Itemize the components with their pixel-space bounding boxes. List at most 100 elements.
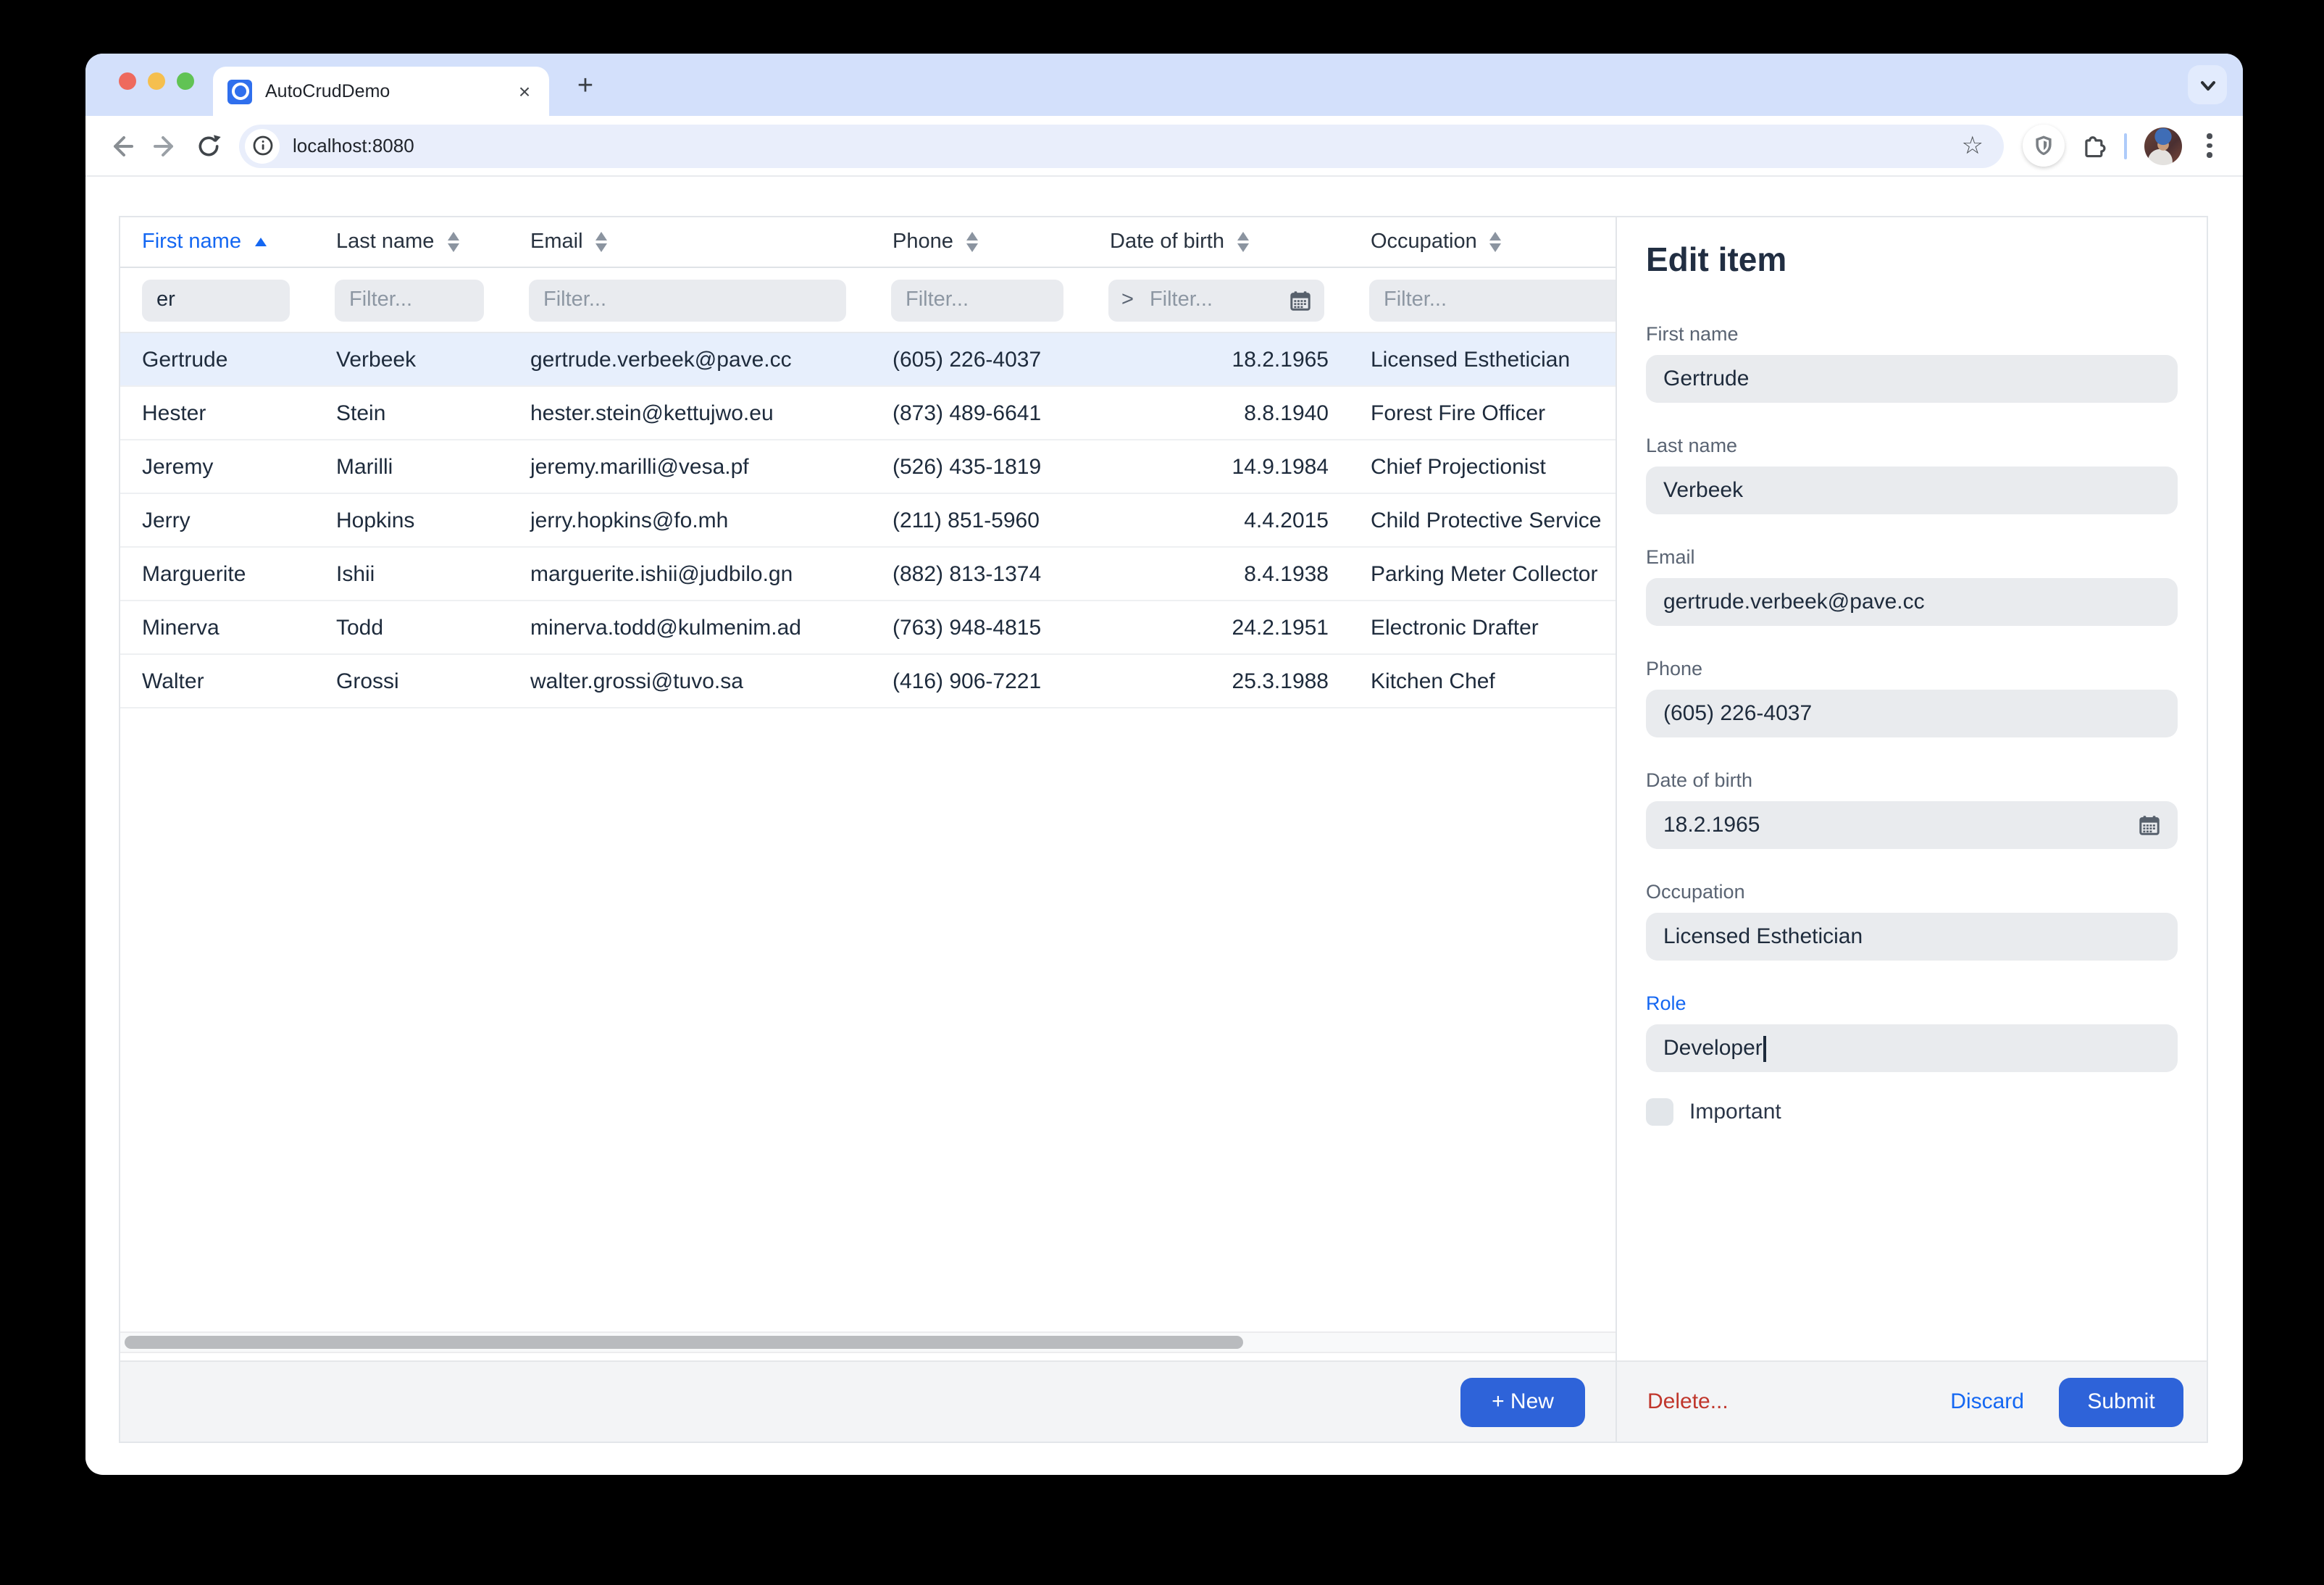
greater-than-prefix: > <box>1121 288 1134 311</box>
back-button[interactable] <box>100 124 143 167</box>
data-grid: First name Last nameEmail Phone Date of bir… <box>120 217 1615 1442</box>
cell-email: gertrude.verbeek@pave.cc <box>509 347 871 372</box>
column-header-phone[interactable]: Phone <box>871 230 1088 254</box>
field-value: Verbeek <box>1663 478 1743 503</box>
horizontal-scrollbar-track[interactable] <box>120 1331 1615 1353</box>
column-header-label: Occupation <box>1371 230 1477 254</box>
cell-email: jerry.hopkins@fo.mh <box>509 508 871 532</box>
field-input-first-name[interactable]: Gertrude <box>1646 355 2178 403</box>
field-input-date-of-birth[interactable]: 18.2.1965 <box>1646 801 2178 849</box>
calendar-button[interactable] <box>2139 814 2160 836</box>
puzzle-icon <box>2080 132 2107 159</box>
calendar-icon <box>1290 289 1311 311</box>
cell-dob: 14.9.1984 <box>1088 454 1349 479</box>
site-info-button[interactable] <box>245 128 280 163</box>
cell-email: walter.grossi@tuvo.sa <box>509 669 871 693</box>
table-row[interactable]: JerryHopkinsjerry.hopkins@fo.mh(211) 851… <box>120 494 1615 548</box>
new-item-button[interactable]: + New <box>1460 1377 1585 1426</box>
fullscreen-window-button[interactable] <box>177 72 194 90</box>
cell-last: Verbeek <box>314 347 509 372</box>
new-tab-button[interactable]: + <box>569 71 601 103</box>
cell-occupation: Licensed Esthetician <box>1349 347 1615 372</box>
cell-occupation: Chief Projectionist <box>1349 454 1615 479</box>
submit-button[interactable]: Submit <box>2059 1377 2183 1426</box>
filter-cell <box>871 279 1088 321</box>
horizontal-scrollbar-thumb[interactable] <box>125 1336 1243 1349</box>
table-row[interactable]: MargueriteIshiimarguerite.ishii@judbilo.… <box>120 548 1615 601</box>
toolbar-divider <box>2124 133 2127 159</box>
forward-button[interactable] <box>143 124 187 167</box>
edit-form: First nameGertrudeLast nameVerbeekEmailg… <box>1646 322 2178 1072</box>
column-header-last-name[interactable]: Last name <box>314 230 509 254</box>
column-header-occupation[interactable]: Occupation <box>1349 230 1615 254</box>
column-header-first-name[interactable]: First name <box>120 230 314 254</box>
field-input-email[interactable]: gertrude.verbeek@pave.cc <box>1646 578 2178 626</box>
bookmark-star-icon[interactable]: ☆ <box>1962 131 1984 160</box>
cell-occupation: Parking Meter Collector <box>1349 561 1615 586</box>
column-header-email[interactable]: Email <box>509 230 871 254</box>
delete-button[interactable]: Delete... <box>1647 1389 1729 1414</box>
cell-dob: 4.4.2015 <box>1088 508 1349 532</box>
column-header-label: First name <box>142 230 241 254</box>
info-icon <box>251 135 273 156</box>
calendar-button[interactable] <box>1290 289 1311 311</box>
table-row[interactable]: HesterSteinhester.stein@kettujwo.eu(873)… <box>120 387 1615 440</box>
minimize-window-button[interactable] <box>148 72 165 90</box>
extensions-button[interactable] <box>2072 124 2115 167</box>
important-checkbox[interactable] <box>1646 1098 1673 1126</box>
screenshot-stage: AutoCrudDemo × + <box>0 0 2324 1585</box>
discard-button[interactable]: Discard <box>1950 1389 2024 1414</box>
cell-last: Hopkins <box>314 508 509 532</box>
tab-search-button[interactable] <box>2188 65 2227 104</box>
cell-email: minerva.todd@kulmenim.ad <box>509 615 871 640</box>
important-row: Important <box>1646 1098 2178 1126</box>
column-header-date-of-birth[interactable]: Date of birth <box>1088 230 1349 254</box>
table-row[interactable]: JeremyMarillijeremy.marilli@vesa.pf(526)… <box>120 440 1615 494</box>
field-value: 18.2.1965 <box>1663 813 1760 837</box>
filter-input[interactable] <box>529 279 846 321</box>
filter-cell <box>120 279 314 321</box>
cell-phone: (605) 226-4037 <box>871 347 1088 372</box>
cell-email: jeremy.marilli@vesa.pf <box>509 454 871 479</box>
field-value: gertrude.verbeek@pave.cc <box>1663 590 1925 614</box>
filter-input[interactable] <box>891 279 1063 321</box>
column-header-label: Phone <box>893 230 953 254</box>
table-row[interactable]: MinervaToddminerva.todd@kulmenim.ad(763)… <box>120 601 1615 655</box>
grid-body: GertrudeVerbeekgertrude.verbeek@pave.cc(… <box>120 333 1615 708</box>
tab-close-icon[interactable]: × <box>511 78 538 104</box>
date-filter-field[interactable]: > <box>1108 279 1324 321</box>
forward-arrow-icon <box>151 131 180 160</box>
profile-avatar[interactable] <box>2144 127 2182 164</box>
table-row[interactable]: GertrudeVerbeekgertrude.verbeek@pave.cc(… <box>120 333 1615 387</box>
password-extension-button[interactable] <box>2023 125 2065 167</box>
field-input-role[interactable]: Developer <box>1646 1024 2178 1072</box>
field-value: Licensed Esthetician <box>1663 924 1863 949</box>
cell-first: Hester <box>120 401 314 425</box>
reload-button[interactable] <box>187 124 230 167</box>
filter-cell <box>314 279 509 321</box>
filter-input[interactable] <box>335 279 484 321</box>
sort-toggle-icon <box>1490 232 1502 252</box>
address-bar[interactable]: localhost:8080 ☆ <box>239 124 2004 167</box>
column-header-label: Date of birth <box>1110 230 1224 254</box>
window-controls <box>119 72 194 90</box>
browser-tab[interactable]: AutoCrudDemo × <box>213 67 549 116</box>
close-window-button[interactable] <box>119 72 136 90</box>
cell-first: Walter <box>120 669 314 693</box>
cell-phone: (416) 906-7221 <box>871 669 1088 693</box>
filter-input[interactable] <box>142 279 290 321</box>
table-row[interactable]: WalterGrossiwalter.grossi@tuvo.sa(416) 9… <box>120 655 1615 708</box>
cell-occupation: Forest Fire Officer <box>1349 401 1615 425</box>
url-text[interactable]: localhost:8080 <box>293 135 1962 156</box>
cell-dob: 25.3.1988 <box>1088 669 1349 693</box>
filter-input[interactable] <box>1369 279 1615 321</box>
kebab-dot <box>2207 134 2212 139</box>
field-input-occupation[interactable]: Licensed Esthetician <box>1646 913 2178 961</box>
field-input-last-name[interactable]: Verbeek <box>1646 467 2178 514</box>
field-input-phone[interactable]: (605) 226-4037 <box>1646 690 2178 737</box>
browser-menu-button[interactable] <box>2191 127 2228 164</box>
reload-icon <box>194 131 223 160</box>
date-filter-input[interactable] <box>1147 287 1290 313</box>
grid-footer: + New <box>120 1360 1615 1442</box>
field-group-date-of-birth: Date of birth18.2.1965 <box>1646 768 2178 849</box>
